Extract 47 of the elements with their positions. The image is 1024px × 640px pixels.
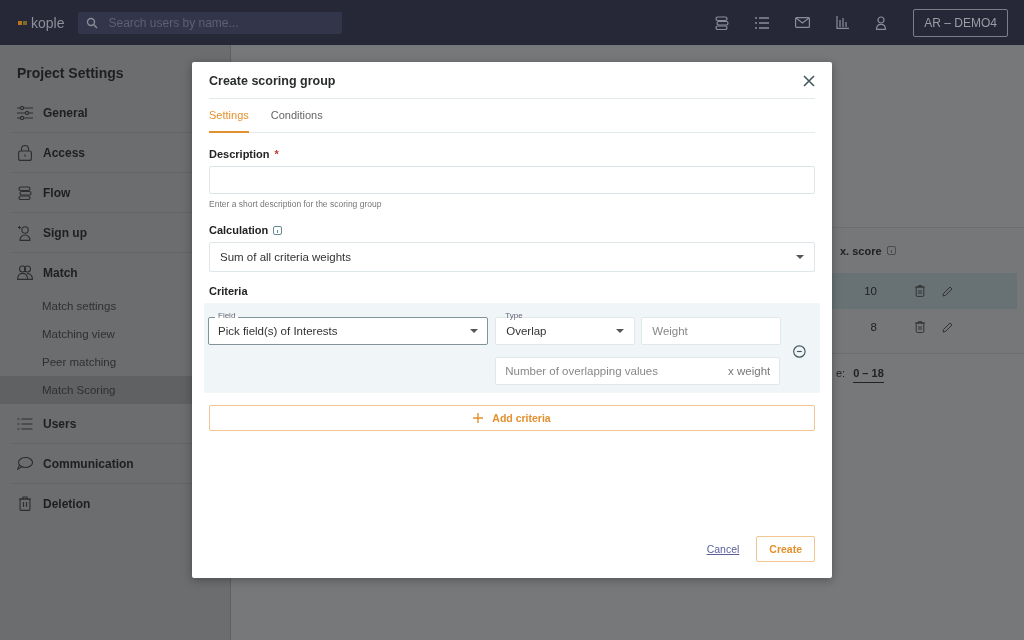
required-mark: * [274,148,279,160]
caret-icon [796,255,804,259]
tab[interactable]: Settings [209,99,249,133]
pencil-icon[interactable] [942,285,953,297]
lock-icon [17,144,33,161]
table-cell-text: 8 [869,321,877,333]
cancel-link[interactable]: Cancel [706,543,740,555]
range-label: e: [836,367,846,381]
calculation-select[interactable]: Sum of all criteria weights [209,242,815,272]
trash-icon[interactable] [915,285,925,297]
trash-icon [17,496,33,511]
sidebar-title: Project Settings [16,65,125,83]
account-button[interactable]: AR – DEMO4 [913,8,1008,37]
bar-chart-icon[interactable] [836,16,850,29]
caret-icon [470,329,479,333]
search-icon [86,16,99,29]
list-icon [17,417,33,430]
formula-field[interactable]: Number of overlapping values x weight [495,357,781,385]
remove-icon[interactable] [793,345,806,358]
field-label: Criteria [209,285,248,297]
description-field[interactable] [209,166,815,194]
chat-icon [17,457,33,470]
flow-icon [17,185,33,200]
trash-icon[interactable] [915,321,925,333]
sidebar-item[interactable]: Deletion [11,484,218,523]
person-icon [17,224,33,241]
create-button[interactable]: Create [756,536,815,562]
flow-icon[interactable] [715,15,730,30]
tab[interactable]: Conditions [270,99,323,133]
pencil-icon[interactable] [942,321,953,333]
table-cell-text: 10 [863,285,877,297]
info-icon [273,225,283,235]
weight-field[interactable]: Weight [641,317,782,345]
close-icon[interactable] [803,74,815,87]
info-icon [886,246,896,255]
sliders-icon [17,105,33,120]
column-heading: x. score [840,244,882,257]
range-value[interactable]: 0 – 18 [853,367,884,383]
caret-icon [616,329,625,333]
mail-icon[interactable] [795,17,811,28]
person-icon[interactable] [875,15,888,30]
add-criteria-button[interactable]: Add criteria [209,405,815,431]
people-icon [17,265,33,280]
logo[interactable]: kople [18,14,65,31]
dialog-title: Create scoring group [209,73,336,88]
plus-icon [473,413,484,423]
list-icon[interactable] [755,16,770,29]
